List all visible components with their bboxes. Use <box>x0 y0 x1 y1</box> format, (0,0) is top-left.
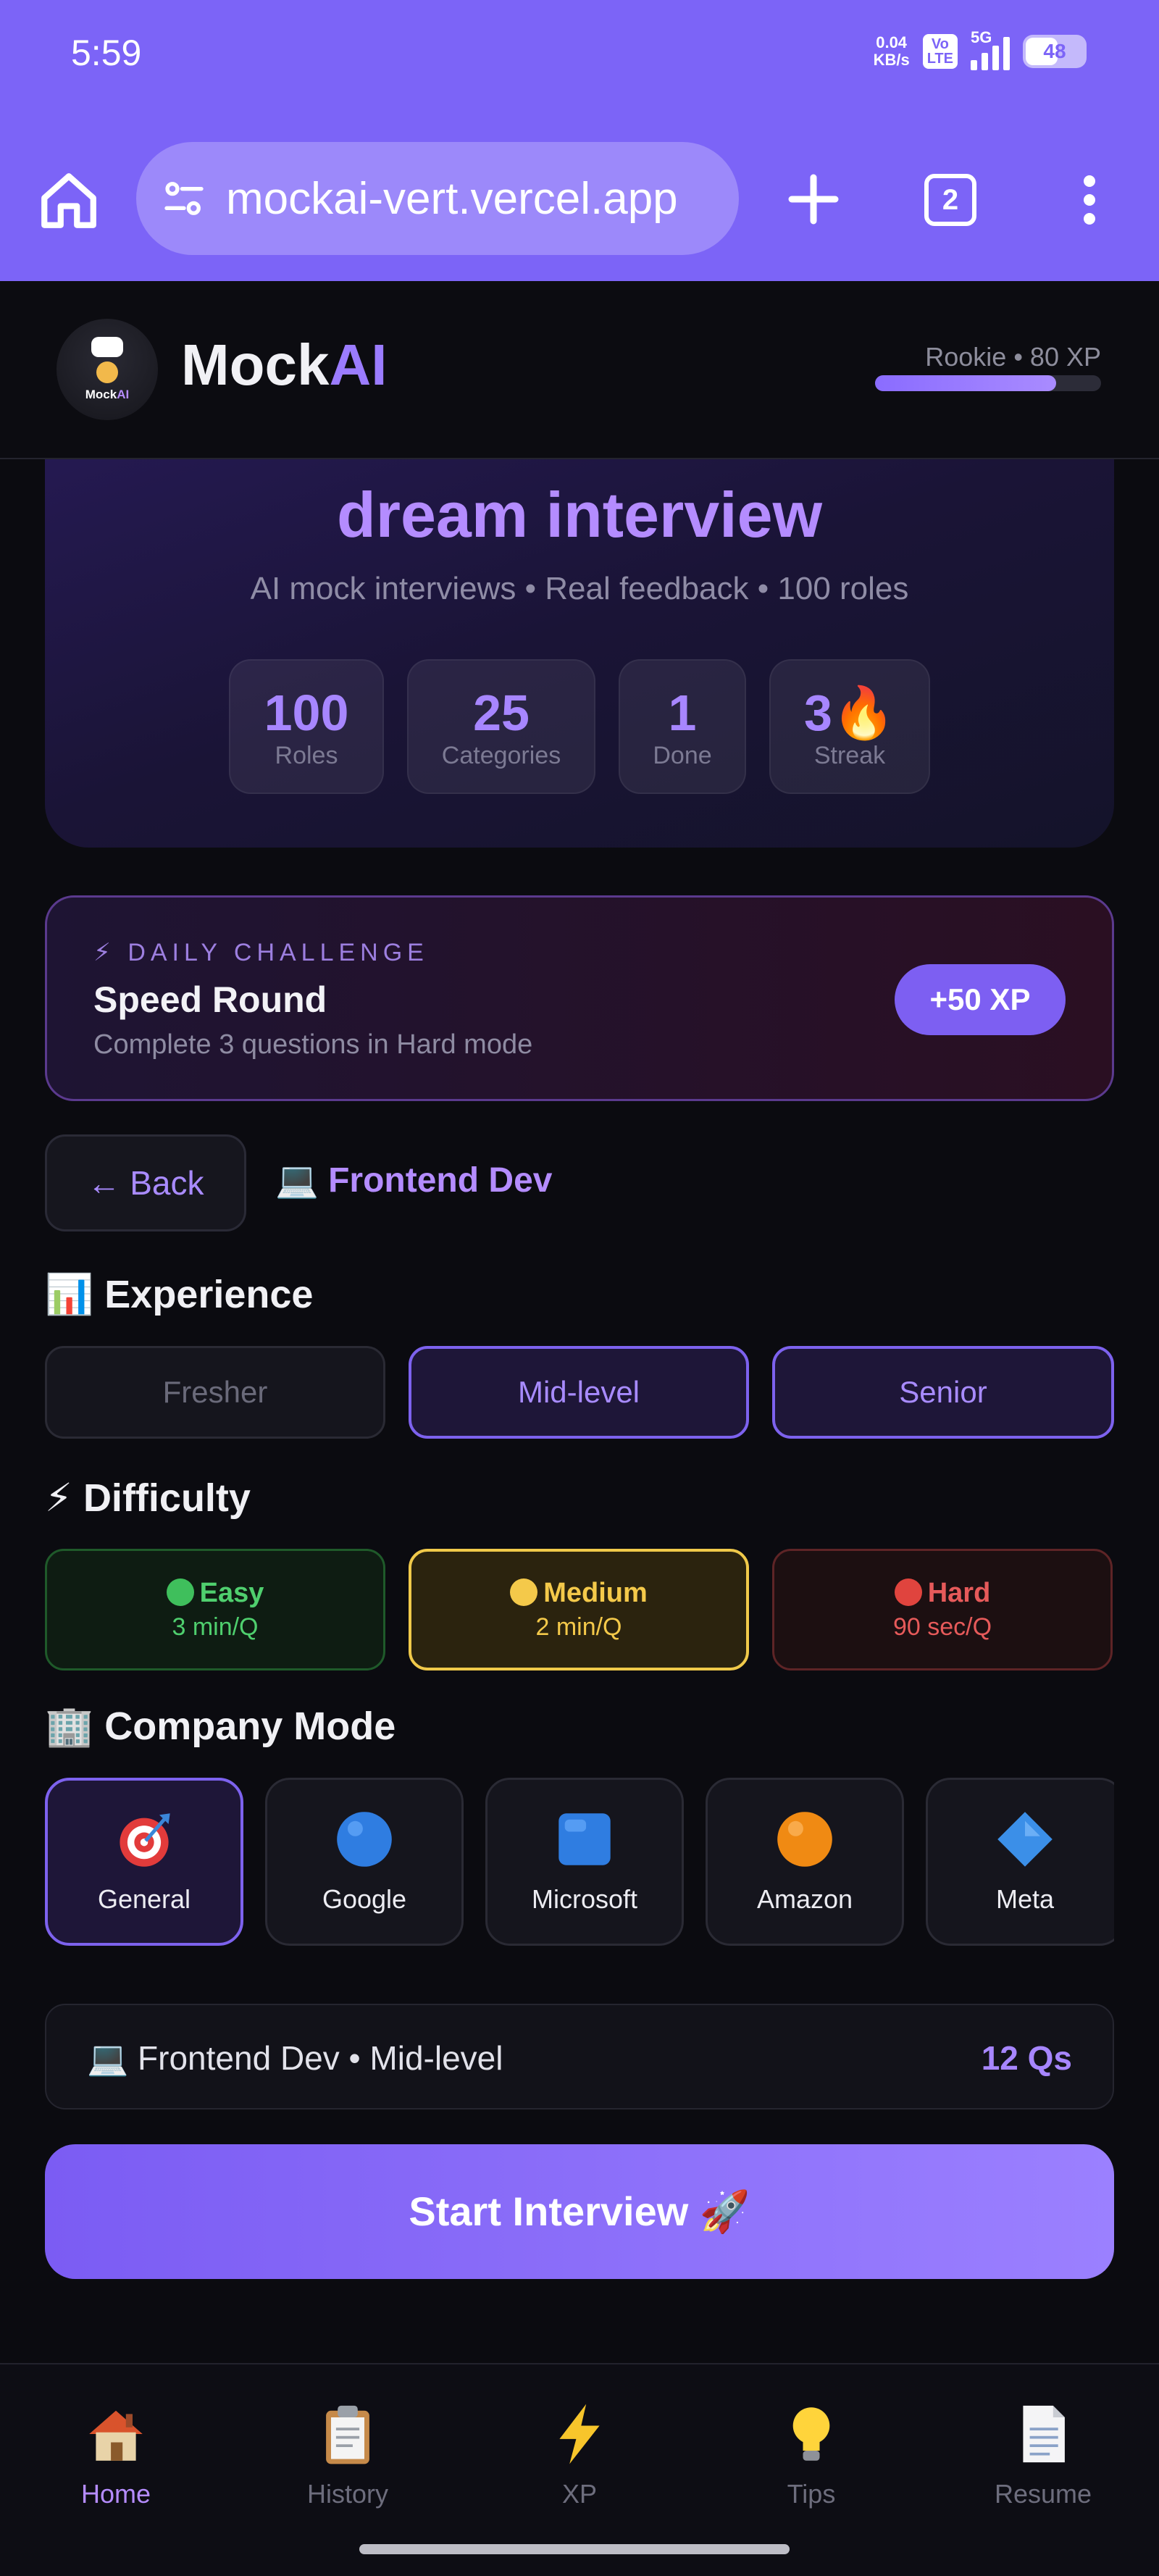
office-building-icon: 🏢 <box>45 1705 94 1748</box>
new-tab-icon[interactable] <box>781 167 846 232</box>
stat-streak: 3🔥 Streak <box>769 659 930 794</box>
net-speed-indicator: 0.04 KB/s <box>873 33 910 69</box>
red-circle-icon <box>894 1578 922 1606</box>
company-general[interactable]: General <box>45 1778 243 1946</box>
company-amazon[interactable]: Amazon <box>706 1778 904 1946</box>
stat-done: 1 Done <box>619 659 746 794</box>
app-header: MockAI MockAI Rookie • 80 XP <box>0 281 1159 459</box>
difficulty-easy[interactable]: Easy 3 min/Q <box>45 1549 385 1670</box>
company-google[interactable]: Google <box>265 1778 464 1946</box>
house-icon <box>83 2401 149 2467</box>
gesture-bar <box>359 2544 790 2554</box>
hero-banner: dream interview AI mock interviews • Rea… <box>45 406 1114 848</box>
blue-circle-icon <box>334 1809 395 1870</box>
target-icon <box>114 1809 175 1870</box>
stats-row: 100 Roles 25 Categories 1 Done 3🔥 Streak <box>45 659 1114 794</box>
back-button[interactable]: ← Back <box>45 1134 246 1231</box>
nav-history[interactable]: History <box>261 2401 435 2509</box>
stat-categories: 25 Categories <box>407 659 595 794</box>
blue-diamond-icon <box>995 1809 1055 1870</box>
experience-title: 📊 Experience <box>45 1273 314 1316</box>
daily-challenge-card[interactable]: ⚡ DAILY CHALLENGE Speed Round Complete 3… <box>45 895 1114 1101</box>
company-meta[interactable]: Meta <box>926 1778 1114 1946</box>
clipboard-icon <box>314 2401 381 2467</box>
challenge-description: Complete 3 questions in Hard mode <box>93 1029 533 1060</box>
company-mode-title: 🏢 Company Mode <box>45 1705 396 1748</box>
stat-roles: 100 Roles <box>229 659 384 794</box>
status-time: 5:59 <box>71 33 142 73</box>
document-icon <box>1010 2401 1076 2467</box>
nav-tips[interactable]: Tips <box>724 2401 898 2509</box>
nav-home[interactable]: Home <box>29 2401 203 2509</box>
difficulty-hard[interactable]: Hard 90 sec/Q <box>772 1549 1113 1670</box>
company-mode-row[interactable]: General Google Microsoft Amazon Meta <box>45 1778 1114 1949</box>
address-bar[interactable]: mockai-vert.vercel.app <box>136 142 739 255</box>
status-icons: 0.04 KB/s Vo LTE 5G 48 <box>874 26 1087 77</box>
selected-role: 💻 Frontend Dev <box>275 1161 553 1200</box>
bar-chart-icon: 📊 <box>45 1273 94 1316</box>
summary-question-count: 12 Qs <box>981 2039 1072 2077</box>
lightning-icon: ⚡ <box>45 1476 72 1520</box>
mascot-icon <box>96 361 118 383</box>
challenge-title: Speed Round <box>93 979 327 1020</box>
battery-icon: 48 <box>1023 35 1087 68</box>
browser-chrome: 5:59 0.04 KB/s Vo LTE 5G 48 mockai-vert.… <box>0 0 1159 281</box>
hero-title: dream interview <box>336 479 823 551</box>
url-text[interactable]: mockai-vert.vercel.app <box>226 173 678 225</box>
speech-bubble-icon <box>91 337 123 357</box>
app-logo[interactable]: MockAI <box>57 319 158 420</box>
xp-progress-fill <box>875 375 1056 391</box>
hero-subtitle: AI mock interviews • Real feedback • 100… <box>250 571 909 606</box>
yellow-circle-icon <box>510 1578 538 1606</box>
blue-square-icon <box>554 1809 615 1870</box>
nav-resume[interactable]: Resume <box>956 2401 1130 2509</box>
lightning-icon <box>546 2401 613 2467</box>
rank-label: Rookie • 80 XP <box>925 342 1101 372</box>
difficulty-medium[interactable]: Medium 2 min/Q <box>409 1549 749 1670</box>
challenge-tag: ⚡ DAILY CHALLENGE <box>93 939 429 966</box>
start-interview-button[interactable]: Start Interview 🚀 <box>45 2144 1114 2279</box>
volte-icon: Vo LTE <box>922 34 958 69</box>
brand-title: MockAI <box>181 333 388 397</box>
green-circle-icon <box>166 1578 194 1606</box>
orange-circle-icon <box>774 1809 835 1870</box>
signal-icon: 5G <box>971 28 1010 70</box>
interview-summary: 💻 Frontend Dev • Mid-level 12 Qs <box>45 2004 1114 2109</box>
laptop-icon: 💻 <box>275 1161 319 1200</box>
company-microsoft[interactable]: Microsoft <box>485 1778 684 1946</box>
xp-progress-bar <box>875 375 1101 391</box>
tab-switcher-button[interactable]: 2 <box>924 174 976 226</box>
experience-fresher[interactable]: Fresher <box>45 1346 385 1439</box>
nav-xp[interactable]: XP <box>493 2401 666 2509</box>
challenge-reward-badge[interactable]: +50 XP <box>895 964 1066 1035</box>
difficulty-title: ⚡ Difficulty <box>45 1476 251 1520</box>
site-settings-icon[interactable] <box>161 175 207 222</box>
experience-mid-level[interactable]: Mid-level <box>409 1346 749 1439</box>
home-icon[interactable] <box>36 168 101 233</box>
lightbulb-icon <box>778 2401 845 2467</box>
more-menu-icon[interactable] <box>1075 171 1104 229</box>
summary-role-level: 💻 Frontend Dev • Mid-level <box>87 2039 503 2077</box>
experience-senior[interactable]: Senior <box>772 1346 1114 1439</box>
